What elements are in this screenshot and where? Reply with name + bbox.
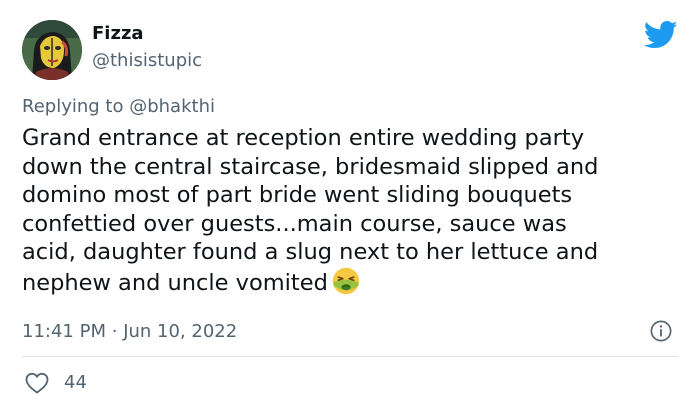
tweet-text-line: nephew and uncle vomited [22,269,328,296]
reply-mention-link[interactable]: @bhakthi [129,96,215,117]
divider [22,356,678,357]
timestamp-separator: · [111,321,118,342]
tweet-timestamp[interactable]: 11:41 PM · Jun 10, 2022 [22,320,237,344]
reply-context: Replying to @bhakthi [22,95,215,119]
heart-icon[interactable] [25,372,49,394]
tweet-text-line: Grand entrance at reception entire weddi… [22,125,585,151]
tweet-time: 11:41 PM [22,321,106,342]
like-count: 44 [64,372,87,393]
tweet-text-line: confettied over guests...main course, sa… [22,210,567,237]
tweet-date: Jun 10, 2022 [123,321,238,342]
twitter-bird-icon[interactable] [644,20,678,50]
tweet-text-line: domino most of part bride went sliding b… [22,182,573,209]
author-handle[interactable]: @thisistupic [92,49,202,73]
author-display-name[interactable]: Fizza [92,22,144,46]
tweet-text-last-line: nephew and uncle vomited [22,267,682,298]
tweet-text-line: down the central staircase, bridesmaid s… [22,153,599,180]
tweet-text: Grand entrance at reception entire weddi… [22,124,682,298]
nauseated-face-emoji [332,267,360,295]
reply-context-prefix: Replying to [22,96,124,117]
tweet-text-line: acid, daughter found a slug next to her … [22,239,599,266]
avatar-image [22,20,82,80]
avatar[interactable] [22,20,82,80]
info-icon[interactable] [650,320,672,342]
